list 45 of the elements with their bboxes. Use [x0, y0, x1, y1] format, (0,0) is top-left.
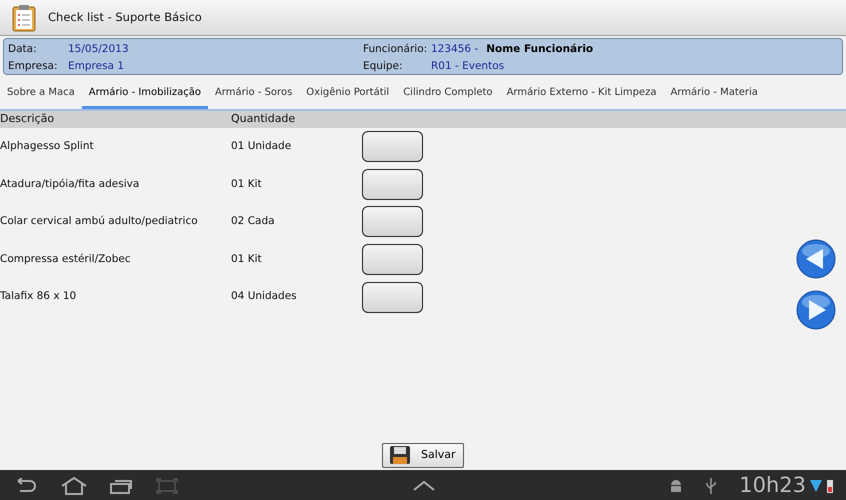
window-title: Check list - Suporte Básico: [48, 8, 202, 26]
recent-apps-icon[interactable]: [110, 478, 134, 494]
item-description: Colar cervical ambú adulto/pediatrico: [0, 214, 199, 230]
tab[interactable]: Armário - Soros: [208, 79, 300, 109]
check-button[interactable]: [362, 168, 423, 200]
tab[interactable]: Oxigênio Portátil: [299, 79, 396, 109]
check-button[interactable]: [362, 282, 423, 313]
check-button[interactable]: [362, 206, 423, 238]
item-description: Alphagesso Splint: [0, 138, 95, 154]
column-header: Quantidade: [231, 111, 296, 128]
tab[interactable]: Cilindro Completo: [396, 79, 500, 109]
clock-text: 10h23: [739, 472, 806, 499]
home-icon[interactable]: [60, 476, 88, 495]
employee-name: Nome Funcionário: [486, 43, 594, 55]
team-value: R01 - Eventos: [431, 58, 506, 74]
check-button[interactable]: [362, 244, 423, 276]
field-label: Data:: [8, 42, 38, 57]
save-button[interactable]: Salvar: [382, 442, 464, 468]
company-value: Empresa 1: [68, 58, 125, 74]
item-description: Talafix 86 x 10: [0, 289, 78, 304]
tab[interactable]: Sobre a Maca: [0, 79, 82, 109]
battery-icon: [826, 478, 834, 494]
caret-icon[interactable]: [412, 480, 435, 491]
usb-icon: [705, 476, 718, 495]
column-header: Descrição: [0, 111, 56, 128]
field-label: Empresa:: [8, 58, 59, 74]
date-value: 15/05/2013: [68, 42, 130, 57]
field-label: Funcionário:: [363, 42, 428, 57]
next-button[interactable]: [795, 290, 837, 330]
wifi-icon: [810, 478, 822, 493]
field-label: Equipe:: [363, 58, 404, 74]
item-quantity: 01 Kit: [231, 176, 263, 192]
previous-button[interactable]: [795, 239, 837, 279]
tab[interactable]: Armário Externo - Kit Limpeza: [500, 79, 664, 109]
item-quantity: 04 Unidades: [231, 289, 298, 304]
android-icon: [669, 478, 684, 493]
check-button[interactable]: [362, 131, 423, 162]
item-quantity: 01 Unidade: [231, 138, 292, 154]
employee-id: 123456 -: [431, 43, 478, 55]
item-quantity: 01 Kit: [231, 252, 263, 267]
tab[interactable]: Armário - Materia: [663, 79, 765, 109]
item-description: Atadura/tipóia/fita adesiva: [0, 176, 140, 192]
clipboard-icon: [12, 4, 36, 32]
item-description: Compressa estéril/Zobec: [0, 252, 132, 267]
item-quantity: 02 Cada: [231, 214, 276, 230]
